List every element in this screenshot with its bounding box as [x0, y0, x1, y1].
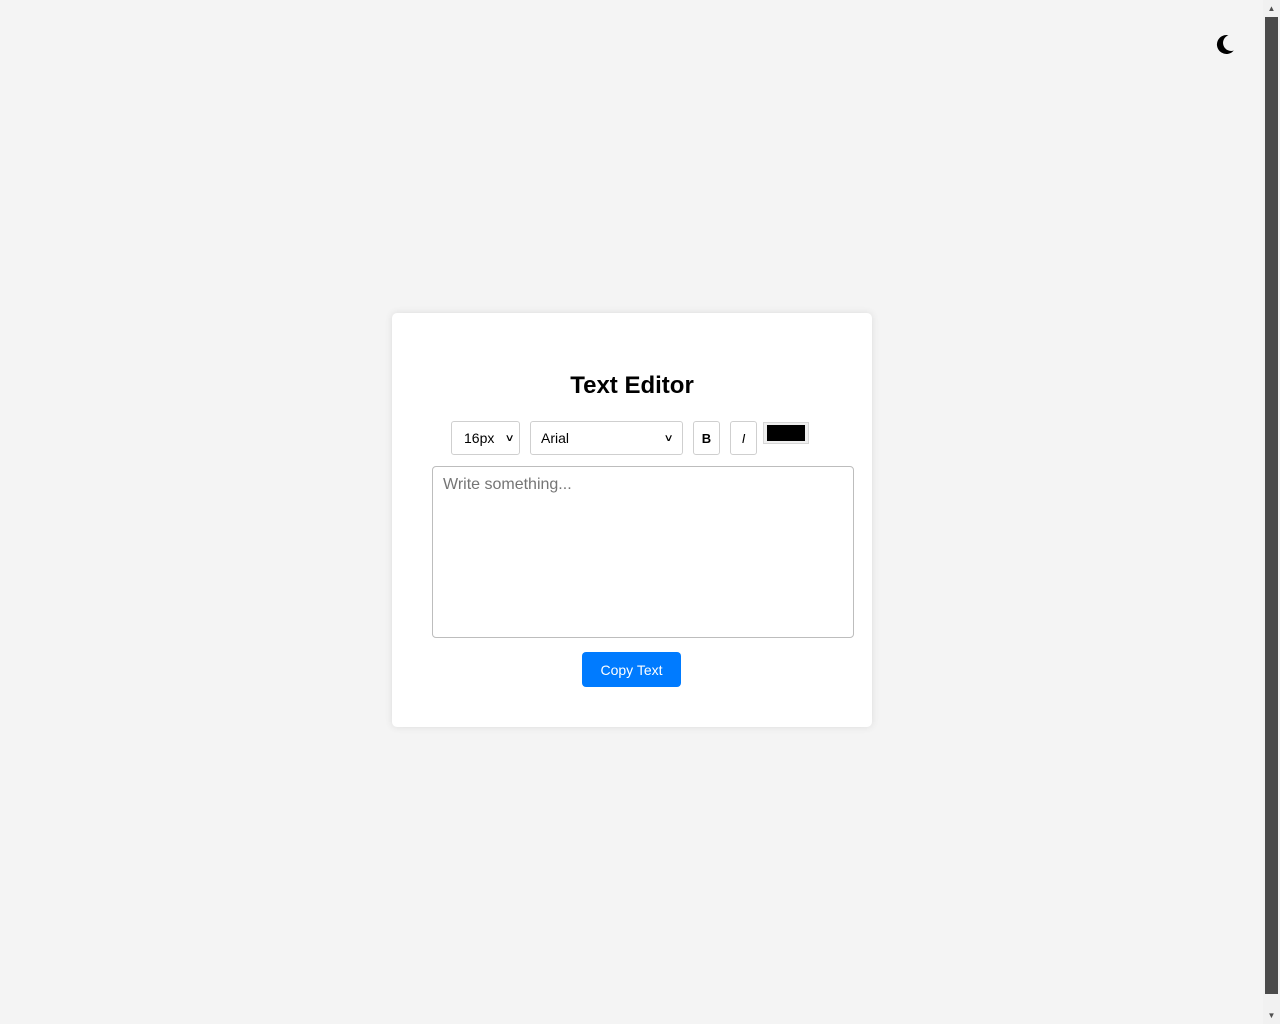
chevron-down-icon: ∨	[663, 432, 674, 444]
scroll-down-icon[interactable]: ▼	[1263, 1007, 1280, 1024]
editor-card: Text Editor 16px ∨ Arial ∨ B I Copy Text	[392, 313, 872, 727]
scroll-up-icon[interactable]: ▲	[1263, 0, 1280, 17]
moon-icon	[1216, 34, 1234, 54]
page: Text Editor 16px ∨ Arial ∨ B I Copy Text	[0, 0, 1263, 1024]
theme-toggle-button[interactable]	[1211, 30, 1239, 58]
bold-button[interactable]: B	[693, 421, 720, 455]
editor-textarea[interactable]	[432, 466, 854, 638]
italic-button[interactable]: I	[730, 421, 757, 455]
font-family-value: Arial	[541, 430, 570, 446]
copy-text-button[interactable]: Copy Text	[582, 652, 681, 687]
font-size-select[interactable]: 16px ∨	[451, 421, 520, 455]
page-title: Text Editor	[570, 372, 694, 399]
font-size-value: 16px	[464, 430, 495, 446]
color-swatch	[767, 425, 805, 441]
text-color-picker[interactable]	[763, 422, 809, 444]
vertical-scrollbar[interactable]: ▲ ▼	[1263, 0, 1280, 1024]
chevron-down-icon: ∨	[504, 432, 515, 444]
scrollbar-thumb[interactable]	[1265, 17, 1278, 994]
font-family-select[interactable]: Arial ∨	[530, 421, 683, 455]
